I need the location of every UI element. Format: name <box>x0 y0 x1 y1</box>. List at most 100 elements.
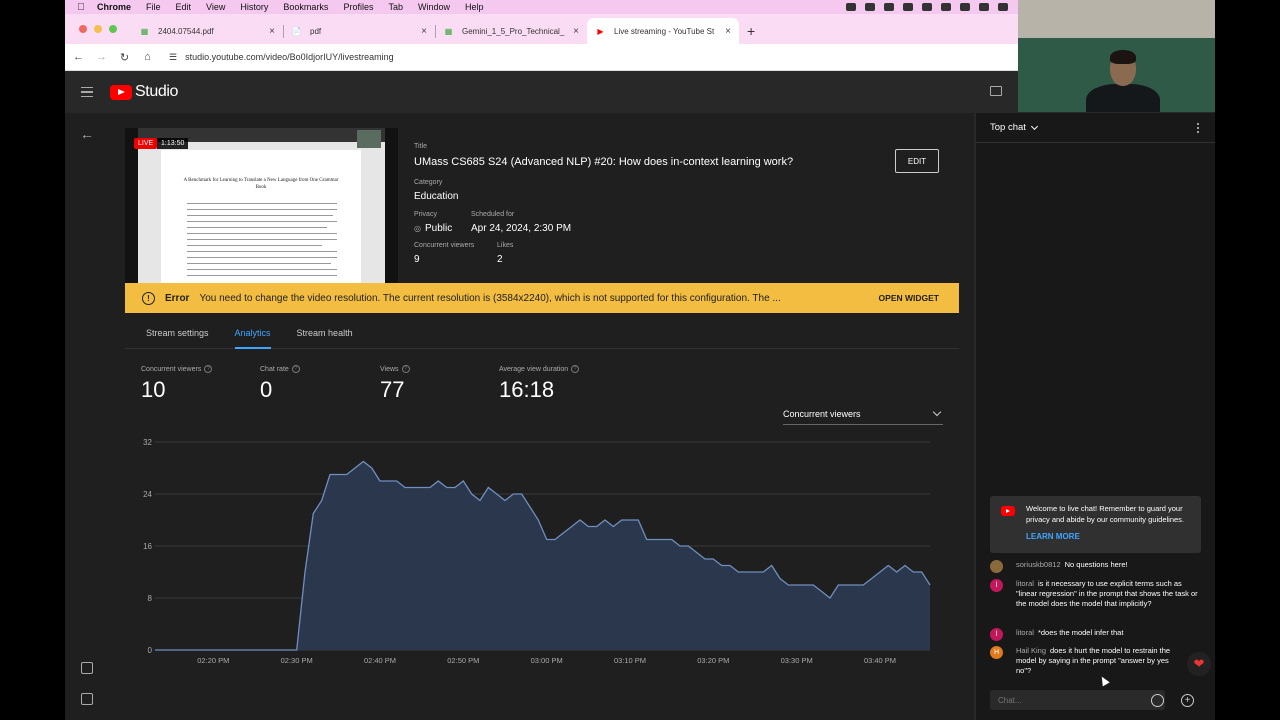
chat-author[interactable]: soriuskb0812 <box>1016 560 1061 569</box>
edit-button[interactable]: EDIT <box>895 149 939 173</box>
privacy-text: Public <box>424 223 453 234</box>
menu-tab[interactable]: Tab <box>388 2 403 12</box>
x-tick-label: 03:40 PM <box>864 656 896 665</box>
minimize-window-button[interactable] <box>94 25 102 33</box>
more-options-icon[interactable] <box>1197 123 1199 133</box>
battery-icon[interactable] <box>979 3 989 11</box>
y-tick-label: 32 <box>143 438 152 447</box>
close-tab-icon[interactable]: × <box>421 26 427 37</box>
status-icon[interactable] <box>903 3 913 11</box>
y-tick-label: 0 <box>148 646 153 655</box>
status-icon[interactable] <box>941 3 951 11</box>
site-info-icon[interactable]: ☰ <box>169 52 177 63</box>
help-icon[interactable]: ? <box>571 365 580 373</box>
browser-tab[interactable]: 📄 pdf × <box>283 18 436 44</box>
help-icon[interactable]: ? <box>401 365 410 373</box>
help-icon[interactable]: ? <box>204 365 213 373</box>
presenter-hair <box>1110 50 1136 64</box>
green-doc-icon: ▦ <box>140 26 149 36</box>
menu-view[interactable]: View <box>206 2 225 12</box>
error-message: You need to change the video resolution.… <box>199 292 781 304</box>
help-icon[interactable]: ? <box>291 365 300 373</box>
open-widget-button[interactable]: OPEN WIDGET <box>879 293 939 303</box>
home-icon[interactable]: ⌂ <box>136 51 159 63</box>
avatar[interactable]: H <box>990 646 1003 659</box>
status-icon[interactable] <box>884 3 894 11</box>
x-tick-label: 03:10 PM <box>614 656 646 665</box>
chat-message: soriuskb0812 No questions here! <box>990 560 1200 573</box>
tab-stream-health[interactable]: Stream health <box>297 319 353 349</box>
green-doc-icon: ▦ <box>444 26 453 36</box>
apple-icon[interactable]:  <box>73 2 89 13</box>
browser-tab[interactable]: ▦ Gemini_1_5_Pro_Technical_ × <box>435 18 587 44</box>
y-tick-label: 8 <box>148 594 153 603</box>
forward-icon[interactable]: → <box>90 51 113 63</box>
preview-webcam <box>357 130 381 148</box>
menu-edit[interactable]: Edit <box>176 2 192 12</box>
concurrent-viewers-value: 9 <box>414 254 420 265</box>
tab-analytics[interactable]: Analytics <box>234 319 271 349</box>
chat-author[interactable]: litoral <box>1016 628 1034 637</box>
menu-file[interactable]: File <box>146 2 161 12</box>
avatar[interactable] <box>990 560 1003 573</box>
window-controls <box>65 25 131 44</box>
chat-input[interactable] <box>990 690 1165 710</box>
zoom-window-button[interactable] <box>109 25 117 33</box>
avatar[interactable]: l <box>990 579 1003 592</box>
menu-icon[interactable] <box>81 86 93 98</box>
add-icon[interactable]: + <box>1181 694 1194 707</box>
close-tab-icon[interactable]: × <box>725 26 731 37</box>
chat-header: Top chat <box>976 113 1215 143</box>
menu-app-chrome[interactable]: Chrome <box>97 2 131 12</box>
menu-window[interactable]: Window <box>418 2 450 12</box>
status-icon[interactable] <box>960 3 970 11</box>
tab-title: Gemini_1_5_Pro_Technical_ <box>462 26 565 36</box>
chat-author[interactable]: litoral <box>1016 579 1034 588</box>
url-text: studio.youtube.com/video/Bo0IdjorIUY/liv… <box>185 52 394 62</box>
open-external-icon[interactable] <box>81 662 93 674</box>
close-tab-icon[interactable]: × <box>269 26 275 37</box>
url-field[interactable]: ☰ studio.youtube.com/video/Bo0IdjorIUY/l… <box>169 52 394 63</box>
chat-text: No questions here! <box>1064 560 1128 569</box>
metric-dropdown[interactable]: Concurrent viewers <box>783 403 943 425</box>
black-margin <box>1215 0 1280 720</box>
reload-icon[interactable]: ↻ <box>113 51 136 64</box>
feedback-icon[interactable] <box>81 693 93 705</box>
status-icon[interactable] <box>922 3 932 11</box>
learn-more-link[interactable]: LEARN MORE <box>1026 532 1080 541</box>
browser-tab[interactable]: ▦ 2404.07544.pdf × <box>131 18 284 44</box>
y-tick-label: 24 <box>143 490 152 499</box>
browser-tab-active[interactable]: ▶ Live streaming - YouTube St × <box>587 18 739 44</box>
tab-title: 2404.07544.pdf <box>158 26 214 36</box>
x-tick-label: 02:30 PM <box>281 656 313 665</box>
close-window-button[interactable] <box>79 25 87 33</box>
top-chat-selector[interactable]: Top chat <box>990 122 1026 133</box>
new-tab-button[interactable]: + <box>739 23 755 44</box>
studio-logo[interactable]: Studio <box>110 83 178 101</box>
stream-preview[interactable]: A Benchmark for Learning to Translate a … <box>125 128 398 283</box>
tab-stream-settings[interactable]: Stream settings <box>146 319 209 349</box>
close-tab-icon[interactable]: × <box>573 26 579 37</box>
status-icon[interactable] <box>846 3 856 11</box>
wifi-icon[interactable] <box>998 3 1008 11</box>
menu-profiles[interactable]: Profiles <box>343 2 373 12</box>
chat-text: is it necessary to use explicit terms su… <box>1016 579 1198 609</box>
stat-label: Concurrent viewers <box>141 365 202 373</box>
menu-history[interactable]: History <box>240 2 268 12</box>
heart-reaction-icon[interactable]: ❤ <box>1187 652 1211 676</box>
menu-help[interactable]: Help <box>465 2 484 12</box>
menu-bookmarks[interactable]: Bookmarks <box>283 2 328 12</box>
emoji-icon[interactable] <box>1151 694 1164 707</box>
back-icon[interactable]: ← <box>67 51 90 63</box>
avatar[interactable]: l <box>990 628 1003 641</box>
scheduled-label: Scheduled for <box>471 211 515 218</box>
back-arrow-icon[interactable]: ← <box>80 126 94 142</box>
chevron-down-icon[interactable] <box>1030 122 1038 130</box>
chat-author[interactable]: Hail King <box>1016 646 1046 655</box>
stat-label: Views <box>380 365 399 373</box>
clapper-icon[interactable] <box>990 86 1002 96</box>
title-label: Title <box>414 143 427 150</box>
youtube-icon <box>1001 506 1015 516</box>
status-icon[interactable] <box>865 3 875 11</box>
macos-menu-bar:  Chrome File Edit View History Bookmark… <box>65 0 1018 14</box>
